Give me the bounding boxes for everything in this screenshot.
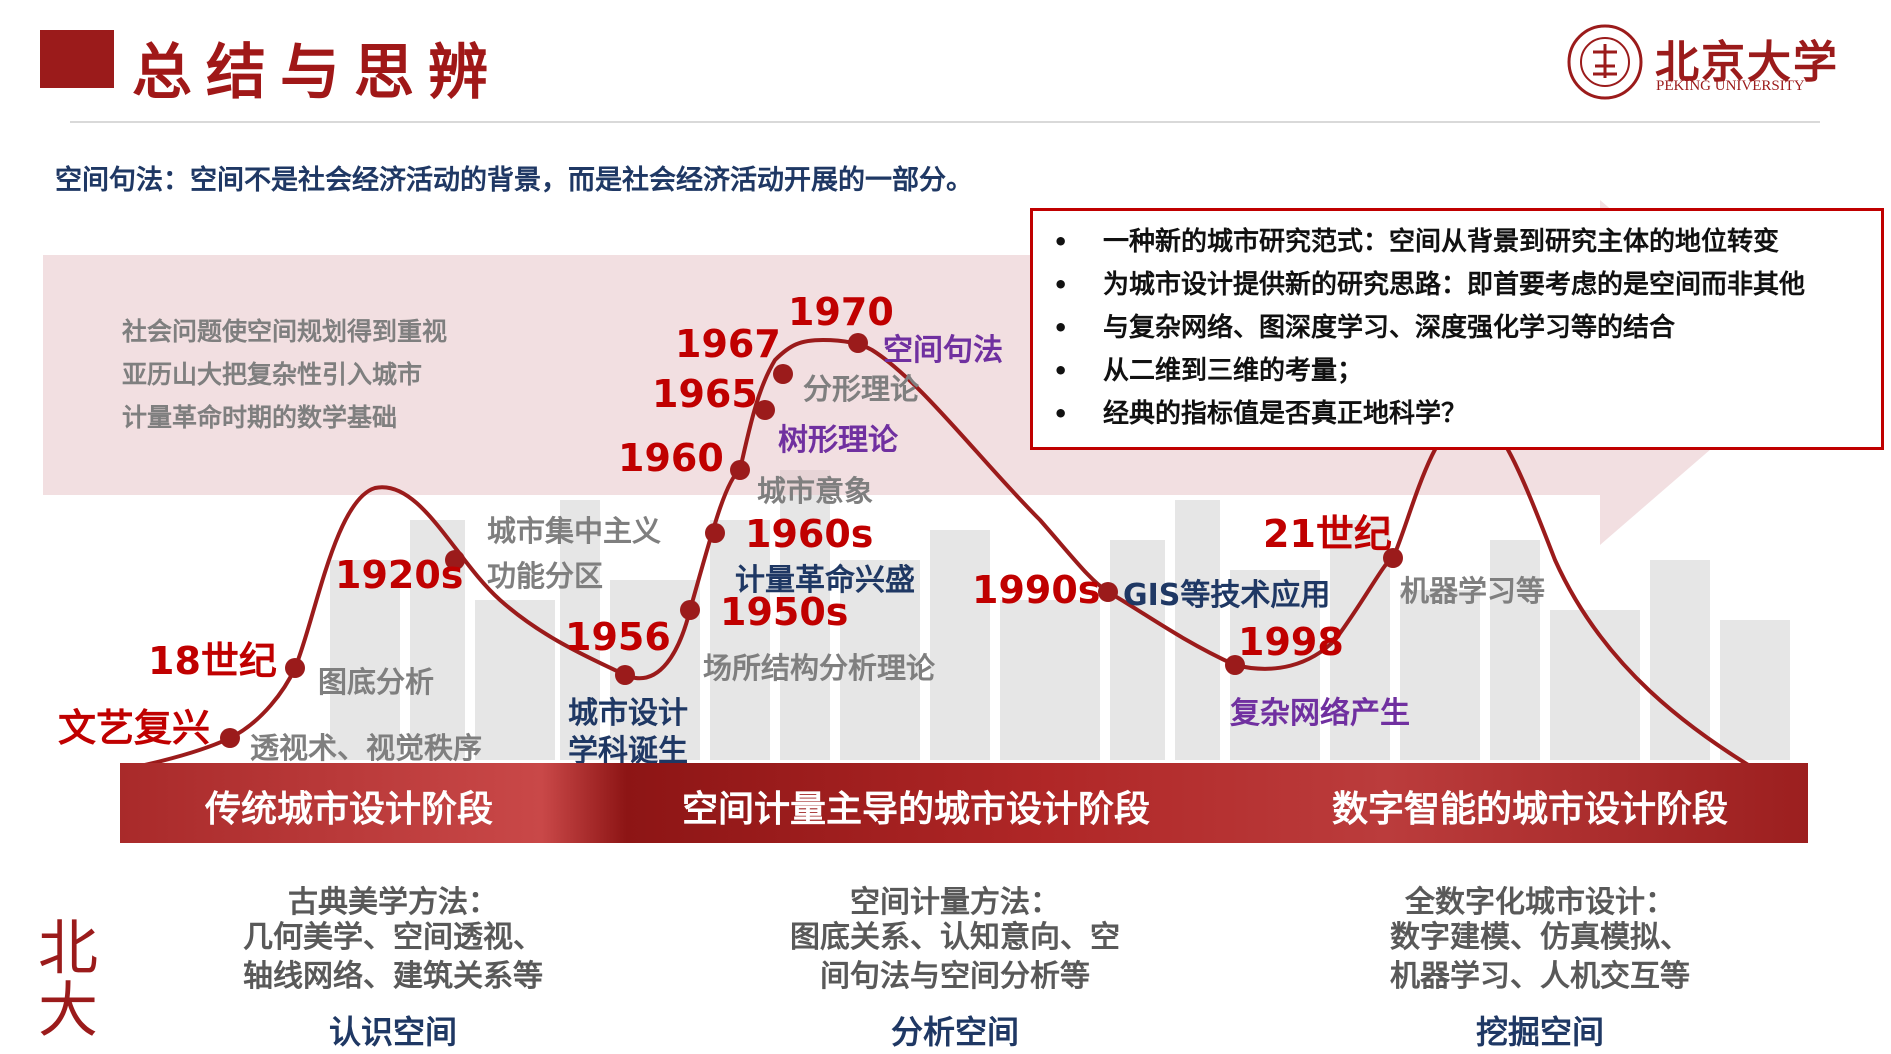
annotation: 城市意象 — [757, 474, 874, 508]
year-label: 1960 — [618, 436, 724, 480]
year-label: 1967 — [675, 322, 781, 366]
year-label: 文艺复兴 — [58, 706, 211, 750]
theory-label: 复杂网络产生 — [1230, 696, 1410, 731]
annotation: 机器学习等 — [1400, 574, 1546, 608]
year-label: 1998 — [1238, 620, 1344, 664]
method-keyword: 挖掘空间 — [1475, 1013, 1604, 1051]
year-label: 1920s — [335, 553, 464, 597]
pku-mark-text: 北大 — [38, 914, 98, 1046]
year-label: 1965 — [652, 372, 758, 416]
annotation: 功能分区 — [487, 559, 604, 593]
theory-label: 空间句法 — [883, 333, 1003, 368]
annotation: 透视术、视觉秩序 — [250, 731, 483, 765]
method-line: 图底关系、认知意向、空 — [790, 920, 1120, 955]
year-label: 21世纪 — [1263, 512, 1392, 556]
timeline-dot — [848, 333, 868, 353]
method-keyword: 分析空间 — [890, 1013, 1019, 1051]
annotation: 分形理论 — [803, 372, 920, 406]
reflection-item: 从二维到三维的考量； — [1033, 350, 1881, 393]
timeline-dot — [1098, 582, 1118, 602]
method-heading: 古典美学方法： — [288, 885, 498, 920]
timeline-dot — [220, 728, 240, 748]
timeline-dot — [773, 364, 793, 384]
year-label: 1960s — [745, 512, 874, 556]
phase-label: 空间计量主导的城市设计阶段 — [682, 789, 1151, 830]
method-line: 轴线网络、建筑关系等 — [243, 959, 543, 994]
timeline-dot — [755, 400, 775, 420]
year-label: 1956 — [565, 615, 671, 659]
phase-label: 数字智能的城市设计阶段 — [1332, 789, 1729, 830]
year-label: 1970 — [788, 290, 894, 334]
timeline-dot — [285, 658, 305, 678]
timeline-dot — [705, 523, 725, 543]
reflection-box: 一种新的城市研究范式：空间从背景到研究主体的地位转变 为城市设计提供新的研究思路… — [1030, 208, 1884, 450]
timeline-dot — [730, 460, 750, 480]
reflection-item: 为城市设计提供新的研究思路：即首要考虑的是空间而非其他 — [1033, 264, 1881, 307]
milestone-label: GIS等技术应用 — [1123, 578, 1331, 613]
milestone-label: 计量革命兴盛 — [735, 563, 915, 598]
reflection-item: 一种新的城市研究范式：空间从背景到研究主体的地位转变 — [1033, 221, 1881, 264]
year-label: 18世纪 — [148, 639, 277, 683]
timeline-dot — [615, 665, 635, 685]
timeline-dot — [680, 600, 700, 620]
theory-label: 树形理论 — [778, 423, 898, 458]
method-line: 数字建模、仿真模拟、 — [1390, 920, 1690, 955]
method-line: 间句法与空间分析等 — [820, 959, 1090, 994]
method-line: 几何美学、空间透视、 — [243, 920, 543, 955]
year-label: 1990s — [972, 568, 1101, 612]
reflection-item: 经典的指标值是否真正地科学？ — [1033, 393, 1881, 436]
method-line: 机器学习、人机交互等 — [1390, 959, 1690, 994]
method-heading: 全数字化城市设计： — [1405, 885, 1675, 920]
phase-label: 传统城市设计阶段 — [205, 789, 494, 830]
annotation: 图底分析 — [318, 665, 435, 699]
annotation: 城市集中主义 — [487, 514, 662, 548]
annotation: 场所结构分析理论 — [703, 651, 936, 685]
reflection-item: 与复杂网络、图深度学习、深度强化学习等的结合 — [1033, 307, 1881, 350]
method-heading: 空间计量方法： — [850, 885, 1060, 920]
slide: 总结与思辨 北京大学 PEKING UNIVERSITY 空间句法：空间不是社会… — [0, 0, 1891, 1054]
pku-calligraphy-mark: 北大 — [38, 918, 98, 1042]
method-keyword: 认识空间 — [328, 1013, 457, 1051]
